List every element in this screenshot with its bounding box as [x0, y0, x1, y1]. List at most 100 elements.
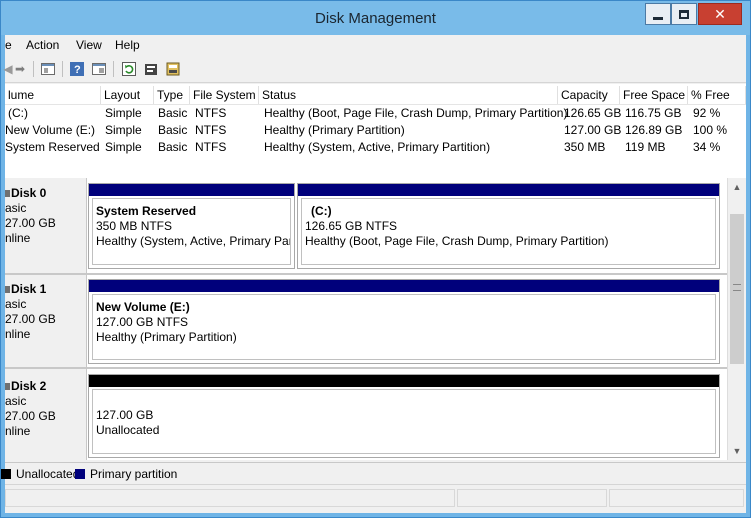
title-bar[interactable]: Disk Management ✕ [1, 1, 750, 35]
column-header-volume[interactable]: lume [5, 86, 101, 104]
partition-title: System Reserved [96, 204, 197, 218]
partition-color-bar [89, 280, 719, 292]
scroll-up-icon[interactable]: ▲ [730, 180, 744, 194]
partition-status: Unallocated [96, 423, 160, 437]
vertical-scrollbar[interactable]: ▲ ▼ [727, 178, 746, 460]
disk-icon [5, 286, 10, 293]
disk-icon [5, 383, 10, 390]
partition-e-drive[interactable]: New Volume (E:) 127.00 GB NTFS Healthy (… [88, 279, 720, 364]
help-icon[interactable]: ? [68, 60, 86, 78]
cell-file-system: NTFS [195, 140, 227, 154]
column-header-layout[interactable]: Layout [101, 86, 154, 104]
disk-separator [5, 273, 727, 275]
cell-layout: Simple [105, 140, 142, 154]
maximize-button[interactable] [671, 3, 697, 25]
partition-unallocated[interactable]: 127.00 GB Unallocated [88, 374, 720, 458]
maximize-icon [679, 9, 689, 19]
export-icon[interactable] [164, 60, 182, 78]
partition-status: Healthy (System, Active, Primary Partiti [96, 234, 291, 248]
toolbar-separator [113, 61, 114, 77]
table-row[interactable]: (C:) Simple Basic NTFS Healthy (Boot, Pa… [5, 105, 746, 121]
legend-bar: Unallocated Primary partition [1, 462, 746, 484]
disk-status: nline [5, 424, 31, 438]
scrollbar-thumb[interactable] [730, 214, 744, 364]
close-button[interactable]: ✕ [698, 3, 742, 25]
menu-file[interactable]: e [5, 38, 12, 52]
cell-free-space: 116.75 GB [625, 106, 682, 120]
legend-unallocated: Unallocated [1, 467, 79, 481]
properties-icon[interactable] [142, 60, 160, 78]
disk-icon [5, 190, 10, 197]
column-header-status[interactable]: Status [259, 86, 558, 104]
cell-volume: New Volume (E:) [5, 123, 96, 137]
menu-action[interactable]: Action [26, 38, 59, 52]
partition-status: Healthy (Boot, Page File, Crash Dump, Pr… [305, 234, 609, 248]
partition-title: (C:) [311, 204, 332, 218]
disk-size: 27.00 GB [5, 409, 56, 423]
column-header-free-space[interactable]: Free Space [620, 86, 688, 104]
status-bar [5, 484, 746, 513]
partition-size: 127.00 GB [96, 408, 154, 422]
cell-file-system: NTFS [195, 106, 227, 120]
disk-type: asic [5, 297, 27, 311]
cell-capacity: 126.65 GB [564, 106, 622, 120]
cell-free-space: 119 MB [625, 140, 666, 154]
partition-body: 127.00 GB Unallocated [92, 389, 716, 454]
partition-c-drive[interactable]: (C:) 126.65 GB NTFS Healthy (Boot, Page … [297, 183, 720, 269]
disk-graphical-view: Disk 0 asic 27.00 GB nline System Reserv… [5, 178, 727, 460]
menu-view[interactable]: View [76, 38, 102, 52]
cell-layout: Simple [105, 123, 142, 137]
partition-system-reserved[interactable]: System Reserved 350 MB NTFS Healthy (Sys… [88, 183, 295, 269]
partition-title: New Volume (E:) [96, 300, 190, 314]
partition-size: 126.65 GB NTFS [305, 219, 398, 233]
toolbar: ◀ ➡ ? [3, 55, 746, 83]
cell-type: Basic [158, 106, 188, 120]
disk-type: asic [5, 394, 27, 408]
scroll-down-icon[interactable]: ▼ [730, 444, 744, 458]
primary-partition-swatch [75, 469, 85, 479]
table-row[interactable]: New Volume (E:) Simple Basic NTFS Health… [5, 122, 746, 138]
cell-type: Basic [158, 140, 188, 154]
column-header-file-system[interactable]: File System [190, 86, 259, 104]
cell-capacity: 350 MB [564, 140, 606, 154]
minimize-button[interactable] [645, 3, 671, 25]
forward-arrow-icon[interactable]: ➡ [11, 60, 29, 78]
disk-size: 27.00 GB [5, 312, 56, 326]
properties-panel-icon[interactable] [90, 60, 108, 78]
cell-layout: Simple [105, 106, 142, 120]
legend-primary: Primary partition [75, 467, 177, 481]
partition-status: Healthy (Primary Partition) [96, 330, 237, 344]
menu-help[interactable]: Help [115, 38, 140, 52]
legend-label: Unallocated [16, 467, 80, 481]
client-area: e Action View Help ◀ ➡ ? lume Layout Typ… [1, 35, 746, 513]
cell-volume: (C:) [8, 106, 28, 120]
disk-2-label[interactable]: Disk 2 asic 27.00 GB nline [5, 369, 87, 460]
window-title: Disk Management [315, 10, 436, 27]
disk-1-label[interactable]: Disk 1 asic 27.00 GB nline [5, 275, 87, 367]
partition-body: System Reserved 350 MB NTFS Healthy (Sys… [92, 198, 291, 265]
partition-color-bar [89, 184, 294, 196]
disk-management-window: Disk Management ✕ e Action View Help ◀ ➡… [0, 0, 751, 518]
partition-color-bar [298, 184, 719, 196]
column-header-capacity[interactable]: Capacity [558, 86, 620, 104]
disk-status: nline [5, 327, 31, 341]
table-row[interactable]: System Reserved Simple Basic NTFS Health… [5, 139, 746, 155]
minimize-icon [653, 16, 663, 20]
disk-name: Disk 2 [11, 379, 47, 393]
cell-status: Healthy (System, Active, Primary Partiti… [264, 140, 491, 154]
toolbar-separator [62, 61, 63, 77]
toolbar-separator [33, 61, 34, 77]
cell-status: Healthy (Primary Partition) [264, 123, 405, 137]
refresh-icon[interactable] [120, 60, 138, 78]
svg-text:?: ? [74, 64, 81, 76]
column-header-type[interactable]: Type [154, 86, 190, 104]
disk-size: 27.00 GB [5, 216, 56, 230]
cell-percent-free: 100 % [693, 123, 728, 137]
status-cell [609, 489, 744, 507]
partition-size: 350 MB NTFS [96, 219, 173, 233]
cell-percent-free: 92 % [693, 106, 721, 120]
column-header-percent-free[interactable]: % Free [688, 86, 746, 104]
cell-file-system: NTFS [195, 123, 227, 137]
disk-0-label[interactable]: Disk 0 asic 27.00 GB nline [5, 178, 87, 273]
console-tree-icon[interactable] [39, 60, 57, 78]
